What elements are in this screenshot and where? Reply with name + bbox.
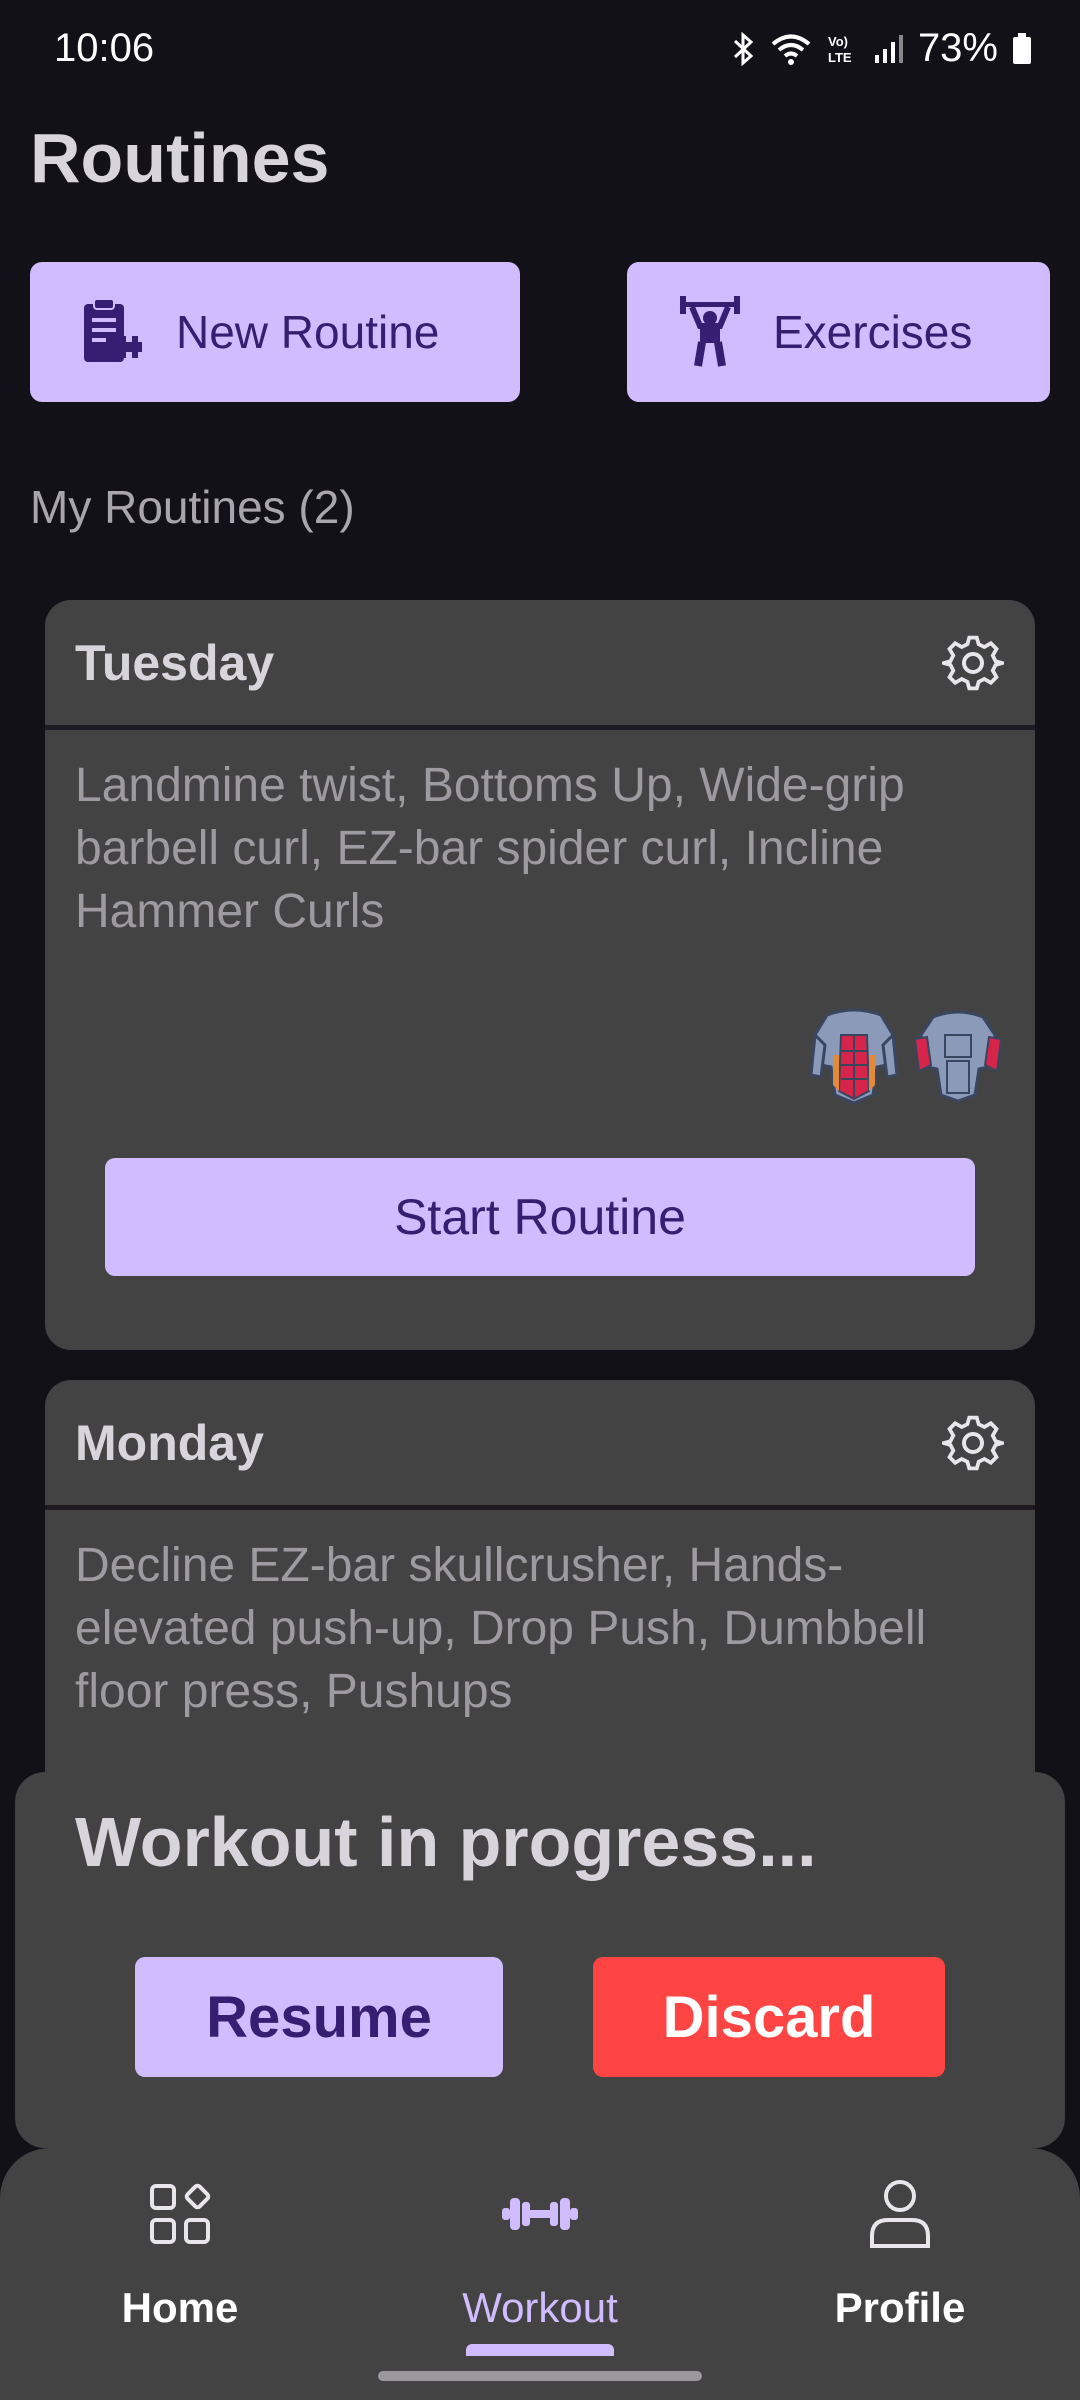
bluetooth-icon <box>732 31 756 66</box>
status-icons: Vo) LTE 73% <box>732 26 1032 71</box>
nav-label-home: Home <box>121 2284 239 2331</box>
routine-card: Monday Decline EZ-bar skullcrusher, Hand… <box>45 1380 1035 1800</box>
my-routines-label: My Routines (2) <box>30 481 355 533</box>
routine-exercises: Decline EZ-bar skullcrusher, Hands-eleva… <box>75 1539 927 1718</box>
routine-card-header: Monday <box>45 1380 1035 1510</box>
page-title: Routines <box>30 119 330 197</box>
new-routine-label: New Routine <box>176 306 440 358</box>
svg-text:Vo): Vo) <box>828 34 848 49</box>
status-time: 10:06 <box>54 26 155 70</box>
nav-label-workout: Workout <box>462 2284 618 2331</box>
exercises-label: Exercises <box>773 306 973 358</box>
routine-card: Tuesday Landmine twist, Bottoms Up, Wide… <box>45 600 1035 1350</box>
resume-button[interactable]: Resume <box>135 1957 503 2077</box>
nav-item-home[interactable]: Home <box>30 2174 330 2332</box>
bottom-navigation: Home Workout Profile <box>0 2148 1080 2400</box>
clipboard-icon <box>78 297 148 367</box>
status-bar: 10:06 Vo) LTE 73% <box>0 0 1080 100</box>
battery-icon <box>1012 32 1032 65</box>
person-icon <box>860 2174 940 2254</box>
start-routine-button[interactable]: Start Routine <box>105 1158 975 1276</box>
biceps-muscle-icon <box>911 1005 1005 1110</box>
nav-item-profile[interactable]: Profile <box>750 2174 1050 2332</box>
routine-exercises: Landmine twist, Bottoms Up, Wide-grip ba… <box>75 759 905 938</box>
workout-in-progress-title: Workout in progress... <box>75 1803 817 1881</box>
abs-muscle-icon <box>807 1005 901 1110</box>
gear-icon[interactable] <box>941 1411 1005 1475</box>
signal-icon <box>874 33 904 65</box>
gesture-handle[interactable] <box>378 2371 702 2381</box>
svg-text:LTE: LTE <box>828 50 852 65</box>
volte-icon: Vo) LTE <box>826 32 860 66</box>
nav-item-workout[interactable]: Workout <box>390 2174 690 2332</box>
home-grid-icon <box>140 2174 220 2254</box>
dumbbell-icon <box>500 2174 580 2254</box>
weightlifter-icon <box>675 296 745 367</box>
gear-icon[interactable] <box>941 631 1005 695</box>
nav-label-profile: Profile <box>834 2284 966 2331</box>
wifi-icon <box>770 32 812 66</box>
routine-card-header: Tuesday <box>45 600 1035 730</box>
exercises-button[interactable]: Exercises <box>627 262 1050 402</box>
routine-name: Tuesday <box>75 634 275 691</box>
workout-in-progress-sheet: Workout in progress... Resume Discard <box>15 1772 1065 2148</box>
battery-percent: 73% <box>917 26 998 70</box>
discard-button[interactable]: Discard <box>593 1957 945 2077</box>
muscle-icons <box>807 1005 1005 1110</box>
nav-active-indicator <box>466 2344 614 2356</box>
new-routine-button[interactable]: New Routine <box>30 262 520 402</box>
routine-name: Monday <box>75 1414 264 1471</box>
